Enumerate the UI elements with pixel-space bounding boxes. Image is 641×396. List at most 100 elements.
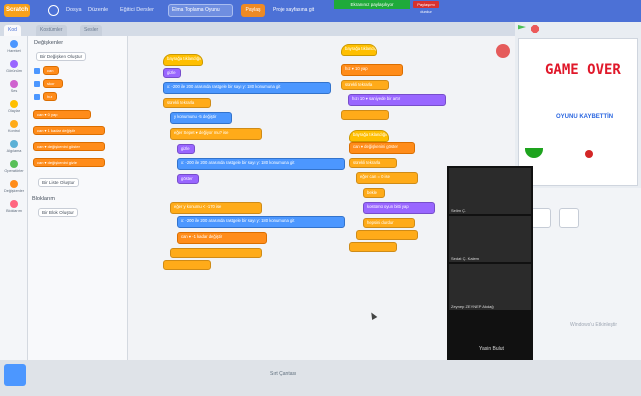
project-title-input[interactable]: Elma Toplama Oyunu [168,4,233,17]
if-end-cap [170,248,262,258]
if-lives-zero-block[interactable]: eğer can = 0 ise [356,172,418,184]
variable-checkbox[interactable] [34,81,40,87]
set-speed-block[interactable]: hız ▾ 10 yap [341,64,403,76]
bottom-bar [0,360,641,396]
category-control[interactable]: Kontrol [0,118,28,140]
scratch-editor: Scratch Dosya Düzenle Eğitici Dersler El… [0,0,641,396]
forever-end-cap [163,260,211,270]
category-label: Ses [10,89,18,93]
when-flag-clicked-block[interactable]: bayrağa tıklandığında [163,54,203,66]
variables-dot-icon [10,180,18,188]
show-lives-block[interactable]: can ▾ değişkenini göster [349,142,415,154]
category-operators[interactable]: Operatörler [0,158,28,180]
forever-block[interactable]: sürekli tekrarla [163,98,211,108]
make-block-button[interactable]: Bir Blok Oluştur [38,208,78,217]
variable-checkbox[interactable] [34,68,40,74]
show-block[interactable]: göster [177,174,199,184]
sound-dot-icon [10,80,18,88]
go-to-xy-block[interactable]: x: -200 ile 200 arasında rastgele bir sa… [163,82,331,94]
make-list-button[interactable]: Bir Liste Oluştur [38,178,79,187]
hide-block[interactable]: gizle [163,68,181,78]
category-variables[interactable]: Değişkenler [0,178,28,200]
scratch-logo[interactable]: Scratch [4,4,30,17]
sprite-thumbnail-basket[interactable] [559,208,579,228]
category-label: Algılama [6,149,22,153]
participant-name: Selim Ç. [451,208,467,213]
category-looks[interactable]: Görünüm [0,58,28,80]
variable-reporter[interactable]: can [43,66,59,75]
change-lives-block[interactable]: can ▾ -1 kadar değiştir [177,232,267,244]
tab-code[interactable]: Kod [4,25,21,36]
editor-tabs: Kod Kostümler Sesler [0,22,515,36]
category-label: Değişkenler [3,189,25,193]
variable-checkbox[interactable] [34,94,40,100]
variable-reporter[interactable]: skor [43,79,63,88]
events-dot-icon [10,100,18,108]
menu-tutorials[interactable]: Eğitici Dersler [120,7,154,13]
change-y-block[interactable]: y konumunu -5 değiştir [170,112,232,124]
menu-edit[interactable]: Düzenle [88,7,108,13]
stop-icon[interactable] [531,25,539,33]
hide-variable-block[interactable]: can ▾ değişkenini gizle [33,158,105,167]
show-variable-block[interactable]: can ▾ değişkenini göster [33,142,105,151]
change-variable-block[interactable]: can ▾ 1 kadar değiştir [33,126,105,135]
menu-file[interactable]: Dosya [66,7,82,13]
stage-header [515,22,641,36]
category-label: Kontrol [7,129,21,133]
category-sensing[interactable]: Algılama [0,138,28,160]
category-sound[interactable]: Ses [0,78,28,100]
forever-block[interactable]: sürekli tekrarla [349,158,397,168]
hide-block[interactable]: gizle [177,144,195,154]
when-flag-clicked-block[interactable]: bayrağa tıklandığında [349,130,389,142]
backpack-label[interactable]: Sırt Çantası [270,371,296,377]
sensing-dot-icon [10,140,18,148]
wait-block[interactable]: bekle [363,188,385,198]
backpack-icon[interactable] [4,364,26,386]
category-motion[interactable]: Hareket [0,38,28,60]
stop-sharing-button[interactable]: Paylaşımı durdur [413,1,439,14]
when-flag-clicked-block[interactable]: bayrağa tıklandığında [341,44,377,56]
video-caption: Yasin Bulut [479,346,504,352]
screen-share-banner: Ekranınız paylaşılıyor [334,0,410,9]
lost-message: OYUNU KAYBETTİN [556,114,614,120]
control-dot-icon [10,120,18,128]
tab-sounds[interactable]: Sesler [80,25,103,36]
globe-icon[interactable] [48,5,59,16]
block-palette: Değişkenler Bir Değişken Oluştur can sko… [28,36,128,360]
see-project-link[interactable]: Proje sayfasına git [273,7,314,13]
category-label: Bloklarım [6,209,22,213]
if-y-position-block[interactable]: eğer y konumu < -170 ise [170,202,262,214]
forever-end-cap [349,242,397,252]
green-flag-icon[interactable] [518,25,526,30]
category-my-blocks[interactable]: Bloklarım [0,198,28,220]
category-label: Olaylar [7,109,21,113]
if-end-cap [356,230,418,240]
go-to-xy-block[interactable]: x: -200 ile 200 arasında rastgele bir sa… [177,216,345,228]
game-over-text: GAME OVER [545,62,621,78]
speed-up-block[interactable]: hızı 10 ▾ saniyede bir artır [348,94,446,106]
forever-end-cap [341,110,389,120]
make-variable-button[interactable]: Bir Değişken Oluştur [36,52,87,61]
palette-heading: Değişkenler [34,40,64,46]
category-label: Görünüm [6,69,22,73]
looks-dot-icon [10,60,18,68]
block-categories: Hareket Görünüm Ses Olaylar Kontrol Algı… [0,36,28,360]
tab-costumes[interactable]: Kostümler [36,25,67,36]
stage-canvas[interactable] [518,38,638,186]
set-variable-block[interactable]: can ▾ 0 yap [33,110,91,119]
share-button[interactable]: Paylaş [241,4,265,17]
variable-reporter[interactable]: hız [43,92,57,101]
category-events[interactable]: Olaylar [0,98,28,120]
my-blocks-heading: Bloklarım [32,196,55,202]
operators-dot-icon [10,160,18,168]
forever-block[interactable]: sürekli tekrarla [341,80,389,90]
my-blocks-dot-icon [10,200,18,208]
switch-costume-block[interactable]: kostümü oyun bitti yap [363,202,435,214]
sprite-thumbnail-apple[interactable] [531,208,551,228]
apple-sprite[interactable] [585,150,593,158]
if-touching-block[interactable]: eğer Sepet ▾ değiyor mu? ise [170,128,262,140]
go-to-xy-block[interactable]: x: -200 ile 200 arasında rastgele bir sa… [177,158,345,170]
activation-watermark: Windows'u Etkinleştir [570,322,618,328]
category-label: Operatörler [4,169,24,173]
stop-all-block[interactable]: hepsini durdur [363,218,415,228]
